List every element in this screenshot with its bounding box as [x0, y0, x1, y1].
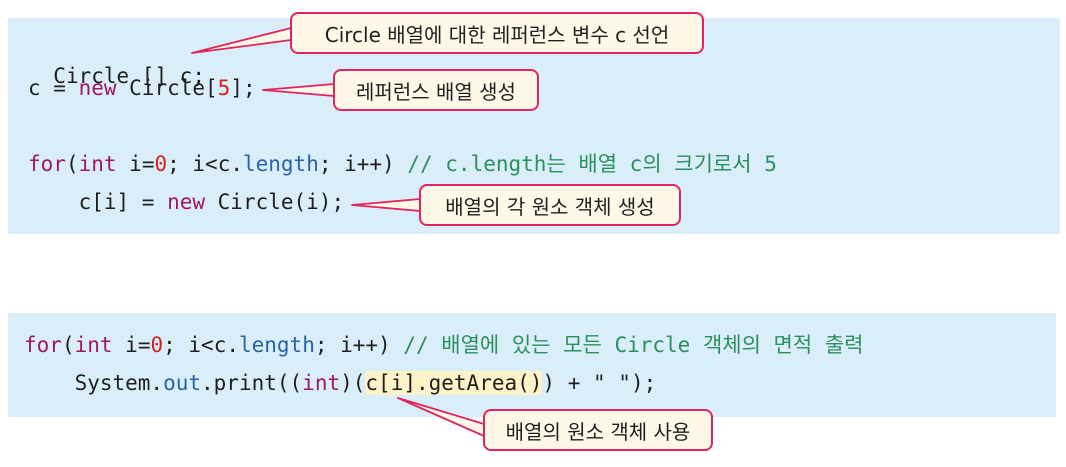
callout-create-obj: 배열의 각 원소 객체 생성: [419, 184, 681, 226]
code-line-print: System.out.print((int)(c[i].getArea()) +…: [24, 370, 656, 396]
code-line-loop-body: c[i] = new Circle(i);: [28, 189, 345, 215]
keyword-int: int: [74, 333, 113, 357]
code-text: ; i++): [314, 333, 404, 357]
keyword-int: int: [302, 371, 341, 395]
callout-use-obj: 배열의 원소 객체 사용: [483, 409, 713, 451]
highlighted-expression: c[i].getArea(): [365, 371, 543, 395]
code-text: ; i<c.: [167, 152, 243, 176]
leader-declare: [191, 27, 292, 54]
code-text: c[i] =: [28, 190, 168, 214]
leader-create-ref: [262, 83, 335, 97]
code-text: Circle[: [116, 76, 218, 100]
code-comment: // c.length는 배열 c의 크기로서 5: [407, 152, 777, 176]
string-literal: " ": [593, 371, 631, 395]
keyword-new: new: [78, 76, 117, 100]
number-literal: 5: [217, 76, 231, 100]
code-text: System.: [24, 371, 164, 395]
field-length: length: [242, 152, 319, 176]
code-text: (: [65, 152, 79, 176]
code-line-for-loop: for(int i=0; i<c.length; i++) // c.lengt…: [28, 151, 777, 177]
keyword-int: int: [78, 152, 117, 176]
code-text: .print((: [201, 371, 303, 395]
code-text: c =: [28, 76, 79, 100]
keyword-for: for: [28, 152, 66, 176]
code-text: (: [61, 333, 75, 357]
number-literal: 0: [150, 333, 164, 357]
code-comment: // 배열에 있는 모든 Circle 객체의 면적 출력: [403, 333, 864, 357]
callout-create-ref: 레퍼런스 배열 생성: [333, 69, 539, 111]
code-line-create-array: c = new Circle[5];: [28, 75, 256, 101]
code-text: );: [630, 371, 657, 395]
code-text: ; i<c.: [163, 333, 239, 357]
code-text: Circle(i);: [205, 190, 345, 214]
number-literal: 0: [154, 152, 168, 176]
leader-use-obj: [397, 397, 485, 437]
keyword-new: new: [167, 190, 206, 214]
code-text: i=: [112, 333, 151, 357]
field-length: length: [238, 333, 315, 357]
code-text: ) +: [542, 371, 593, 395]
callout-declare: Circle 배열에 대한 레퍼런스 변수 c 선언: [290, 12, 704, 54]
code-text: i=: [116, 152, 155, 176]
leader-create-obj: [351, 198, 421, 212]
code-text: ];: [230, 76, 256, 100]
keyword-for: for: [24, 333, 62, 357]
field-out: out: [163, 371, 202, 395]
code-text: )(: [340, 371, 366, 395]
code-line-for-loop-2: for(int i=0; i<c.length; i++) // 배열에 있는 …: [24, 332, 863, 358]
code-text: ; i++): [318, 152, 408, 176]
